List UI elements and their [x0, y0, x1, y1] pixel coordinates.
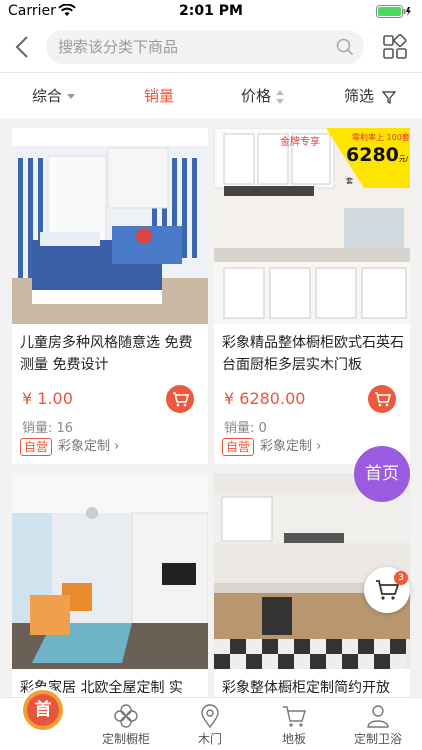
self-operated-badge: 自营	[20, 438, 53, 456]
tab-label: 定制卫浴	[353, 732, 402, 746]
product-price: ¥ 6280.00	[224, 389, 306, 408]
battery-icon	[376, 5, 411, 18]
tab-custom-cabinet[interactable]: 定制橱柜	[84, 698, 168, 750]
add-to-cart-button[interactable]	[368, 385, 396, 413]
shop-name: 彩象定制	[58, 439, 111, 454]
product-title: 儿童房多种风格随意选 免费测量 免费设计	[20, 335, 193, 373]
sort-tab-price[interactable]: 价格	[241, 73, 285, 119]
sort-tab-sales[interactable]: 销量	[144, 73, 174, 119]
filter-funnel-icon	[381, 90, 397, 104]
clock: 2:01 PM	[179, 3, 243, 19]
cart-icon	[375, 392, 392, 407]
shop-name: 彩象定制	[260, 439, 313, 454]
product-title: 彩象精品整体橱柜欧式石英石台面厨柜多层实木门板	[222, 335, 404, 373]
sort-bar: 综合 销量 价格 筛选	[0, 72, 422, 118]
tab-label: 地板	[281, 732, 306, 746]
chevron-right-icon: ›	[316, 439, 322, 454]
cart-icon	[173, 392, 190, 407]
bottom-tab-bar: 首 定制橱柜 木门 地板 定制卫浴	[0, 690, 422, 750]
tab-label: 定制橱柜	[101, 732, 150, 746]
float-home-button[interactable]: 首页	[354, 446, 410, 502]
sort-tab-label: 销量	[144, 87, 175, 105]
chevron-right-icon: ›	[114, 439, 120, 454]
product-title: 彩象整体橱柜定制简约开放	[222, 680, 390, 696]
sales-count: 销量: 16	[22, 421, 74, 436]
cart-count-badge: 3	[394, 571, 408, 585]
product-card[interactable]: 彩象家居 北欧全屋定制 实	[12, 473, 208, 699]
search-box[interactable]	[46, 30, 364, 64]
promo-note: 零利率上 100套	[352, 133, 410, 142]
search-input[interactable]	[58, 30, 318, 64]
tab-custom-bathroom[interactable]: 定制卫浴	[336, 698, 420, 750]
tab-wood-door[interactable]: 木门	[168, 698, 252, 750]
sort-tab-label: 综合	[32, 87, 63, 105]
sort-tab-comprehensive[interactable]: 综合	[32, 73, 76, 119]
product-price: ¥ 1.00	[22, 389, 73, 408]
product-card[interactable]: 金牌专享 零利率上 100套 6280元/套 彩象精品整体橱柜欧式石英石台面厨柜…	[214, 128, 410, 464]
search-header	[0, 22, 422, 72]
sort-tab-filter[interactable]: 筛选	[344, 73, 397, 119]
sort-tab-label: 价格	[241, 87, 272, 105]
shop-link[interactable]: 彩象定制 ›	[58, 438, 119, 456]
sort-updown-icon	[276, 89, 285, 104]
promo-price: 6280元/套	[346, 144, 410, 188]
promo-tag: 金牌专享	[280, 137, 320, 148]
float-cart-button[interactable]: 3	[364, 567, 410, 613]
person-icon	[367, 705, 389, 728]
search-icon[interactable]	[336, 38, 354, 56]
product-card[interactable]: 儿童房多种风格随意选 免费测量 免费设计 ¥ 1.00 销量: 16 自营 彩象…	[12, 128, 208, 464]
dropdown-arrow-icon	[67, 94, 76, 99]
product-image-kids-room	[12, 128, 208, 324]
back-arrow-icon[interactable]	[10, 34, 36, 60]
self-operated-badge: 自营	[222, 438, 255, 456]
sort-tab-label: 筛选	[344, 87, 375, 105]
location-pin-icon	[201, 704, 219, 729]
shop-link[interactable]: 彩象定制 ›	[260, 438, 321, 456]
cart-icon	[283, 706, 306, 727]
category-grid-icon[interactable]	[382, 34, 408, 60]
tab-label: 木门	[197, 732, 222, 746]
tab-floor[interactable]: 地板	[252, 698, 336, 750]
status-bar: Carrier 2:01 PM	[0, 0, 422, 22]
promo-price-value: 6280	[346, 144, 399, 166]
home-logo-icon: 首	[23, 690, 63, 730]
sales-count: 销量: 0	[224, 421, 267, 436]
tab-home[interactable]: 首	[0, 690, 84, 750]
add-to-cart-button[interactable]	[166, 385, 194, 413]
home-logo-text: 首	[27, 694, 59, 726]
product-image-living-room	[12, 473, 208, 669]
flower-icon	[114, 704, 138, 728]
